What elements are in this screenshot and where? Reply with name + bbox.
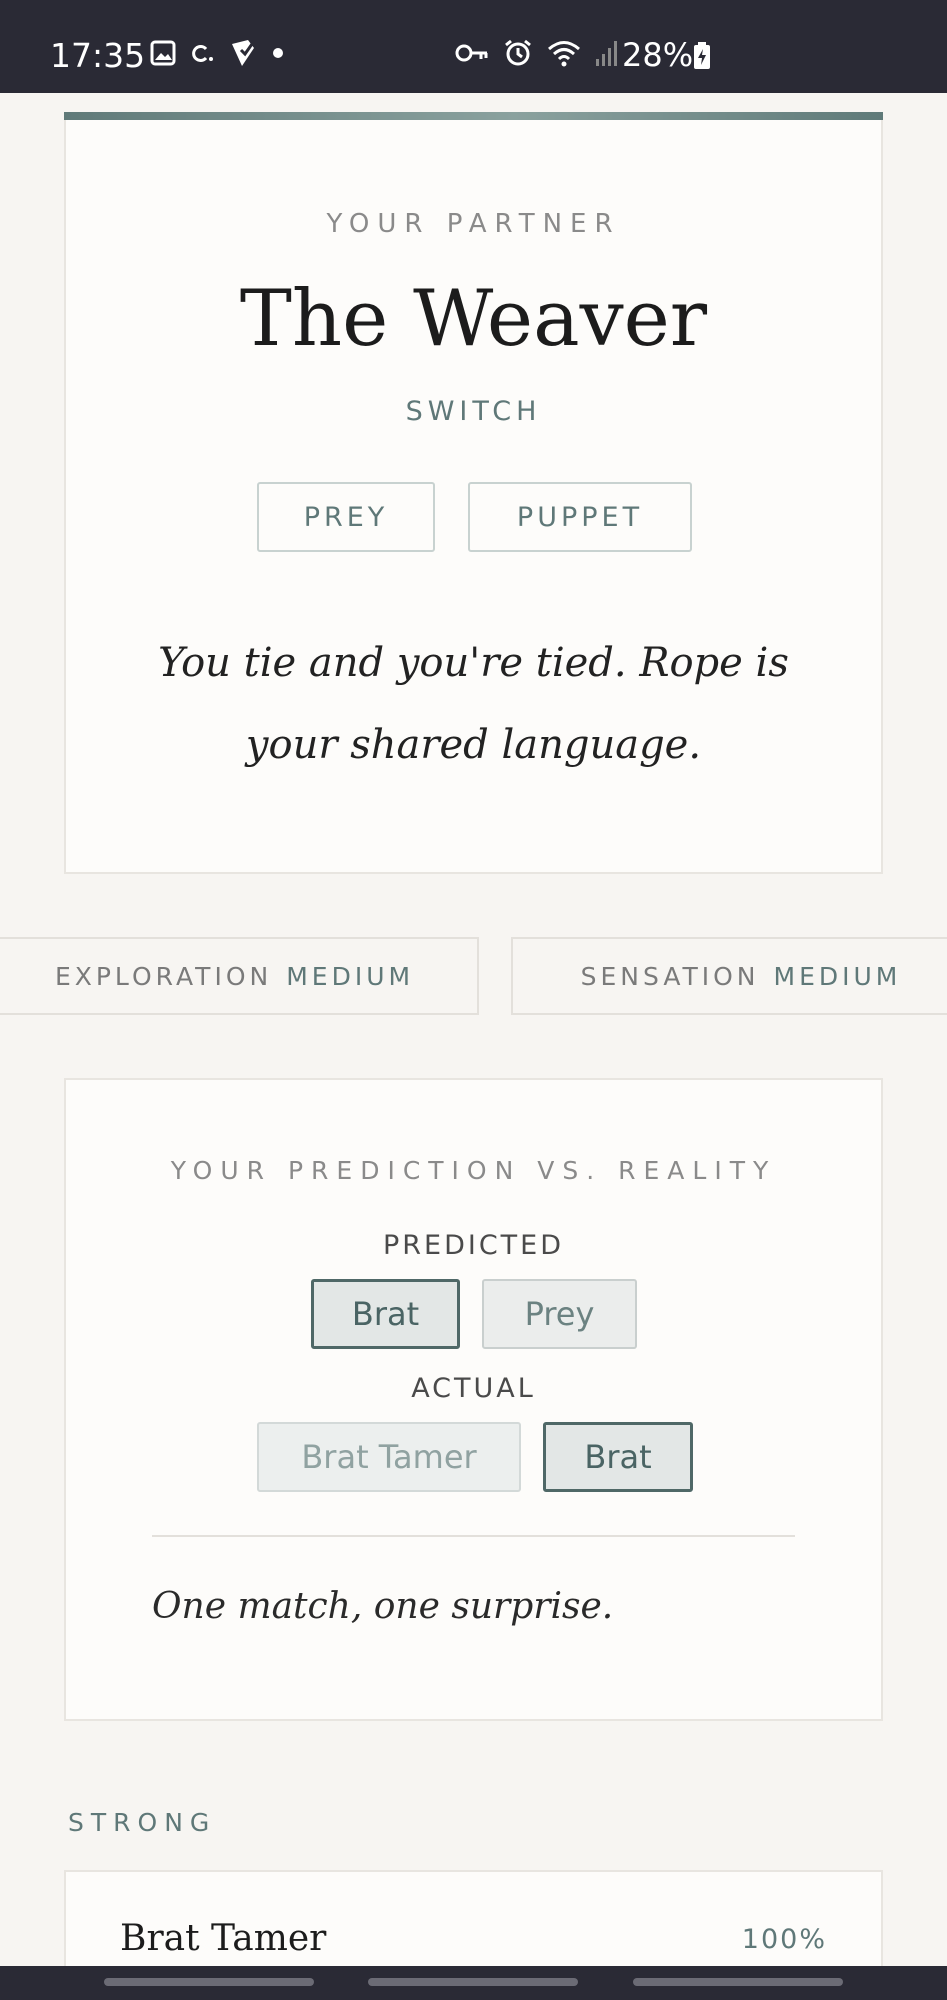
status-time: 17:35 [50, 36, 146, 75]
strong-section-title: STRONG [68, 1808, 217, 1837]
partner-card: YOUR PARTNER The Weaver SWITCH PREY PUPP… [64, 112, 883, 874]
dimension-sensation: SENSATION MEDIUM [511, 937, 947, 1015]
status-bar: 17:35 28% [0, 0, 947, 93]
tag-puppet[interactable]: PUPPET [468, 482, 692, 552]
prediction-verdict: One match, one surprise. [152, 1586, 614, 1627]
actual-label: ACTUAL [411, 1373, 536, 1404]
alarm-icon [503, 38, 533, 68]
actual-chip-brat-tamer[interactable]: Brat Tamer [257, 1422, 521, 1492]
signal-icon [595, 39, 619, 67]
navigation-bar [0, 1966, 947, 2000]
prediction-card: YOUR PREDICTION VS. REALITY PREDICTED Br… [64, 1078, 883, 1721]
dimension-label: EXPLORATION [54, 961, 273, 991]
predicted-chip-prey[interactable]: Prey [482, 1279, 637, 1349]
predicted-chip-brat[interactable]: Brat [311, 1279, 460, 1349]
shield-check-icon [228, 38, 258, 68]
c-icon [190, 41, 214, 65]
image-icon [150, 40, 176, 66]
dimension-level: MEDIUM [286, 961, 415, 991]
tag-prey[interactable]: PREY [257, 482, 435, 552]
wifi-icon [547, 39, 581, 67]
predicted-label: PREDICTED [382, 1230, 565, 1261]
dimension-level: MEDIUM [773, 961, 902, 991]
nav-handle[interactable] [633, 1978, 843, 1986]
battery-icon [693, 42, 711, 70]
partner-name: The Weaver [239, 274, 708, 364]
status-left-icons [150, 38, 284, 68]
partner-role: SWITCH [405, 396, 542, 427]
dimension-label: SENSATION [580, 961, 760, 991]
partner-description: You tie and you're tied. Rope is your sh… [158, 640, 789, 768]
nav-handle[interactable] [104, 1978, 314, 1986]
prediction-eyebrow: YOUR PREDICTION VS. REALITY [170, 1156, 777, 1185]
dimension-exploration: EXPLORATION MEDIUM [0, 937, 479, 1015]
strong-item-percent: 100% [741, 1924, 827, 1955]
dot-icon [272, 47, 284, 59]
divider [152, 1535, 795, 1537]
card-accent-bar [64, 112, 883, 120]
battery-percent: 28% [622, 36, 694, 74]
status-right-icons [455, 38, 619, 68]
key-icon [455, 42, 489, 64]
actual-chip-brat[interactable]: Brat [543, 1422, 693, 1492]
partner-eyebrow: YOUR PARTNER [326, 209, 621, 239]
nav-handle[interactable] [368, 1978, 578, 1986]
strong-item-name: Brat Tamer [120, 1918, 327, 1959]
